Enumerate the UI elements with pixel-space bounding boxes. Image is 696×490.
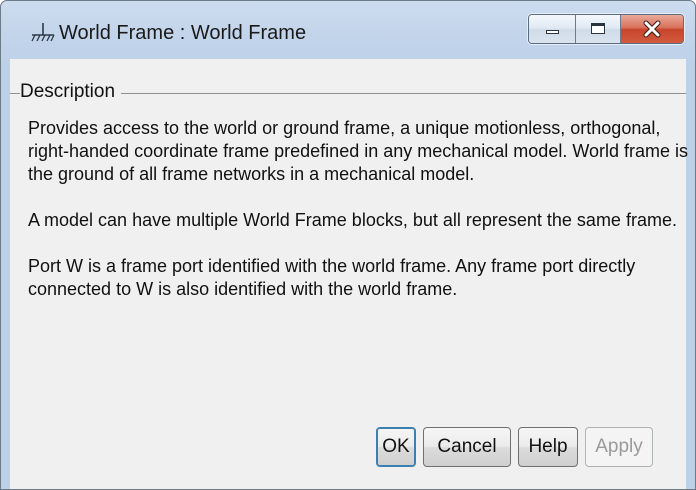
apply-button[interactable]: Apply <box>585 427 653 467</box>
description-paragraph: Provides access to the world or ground f… <box>28 118 688 184</box>
title-bar[interactable]: World Frame : World Frame <box>1 1 695 59</box>
dialog-window: World Frame : World Frame Description Pr… <box>0 0 696 490</box>
maximize-icon <box>591 23 605 34</box>
minimize-icon <box>546 30 559 34</box>
ok-button[interactable]: OK <box>376 427 416 467</box>
description-paragraph: A model can have multiple World Frame bl… <box>28 210 677 230</box>
caption-buttons <box>528 14 684 44</box>
close-icon <box>643 20 661 38</box>
description-group-title: Description <box>20 81 122 103</box>
dialog-buttons: OK Cancel Help Apply <box>376 427 653 469</box>
minimize-button[interactable] <box>529 15 576 43</box>
dialog-content: Description Provides access to the world… <box>10 59 688 489</box>
maximize-button[interactable] <box>576 15 621 43</box>
window-title: World Frame : World Frame <box>59 22 307 44</box>
help-button[interactable]: Help <box>518 427 578 467</box>
ground-symbol-icon <box>31 23 55 42</box>
description-text: Provides access to the world or ground f… <box>28 117 688 401</box>
description-paragraph: Port W is a frame port identified with t… <box>28 256 636 299</box>
cancel-button[interactable]: Cancel <box>423 427 511 467</box>
close-button[interactable] <box>621 15 683 43</box>
